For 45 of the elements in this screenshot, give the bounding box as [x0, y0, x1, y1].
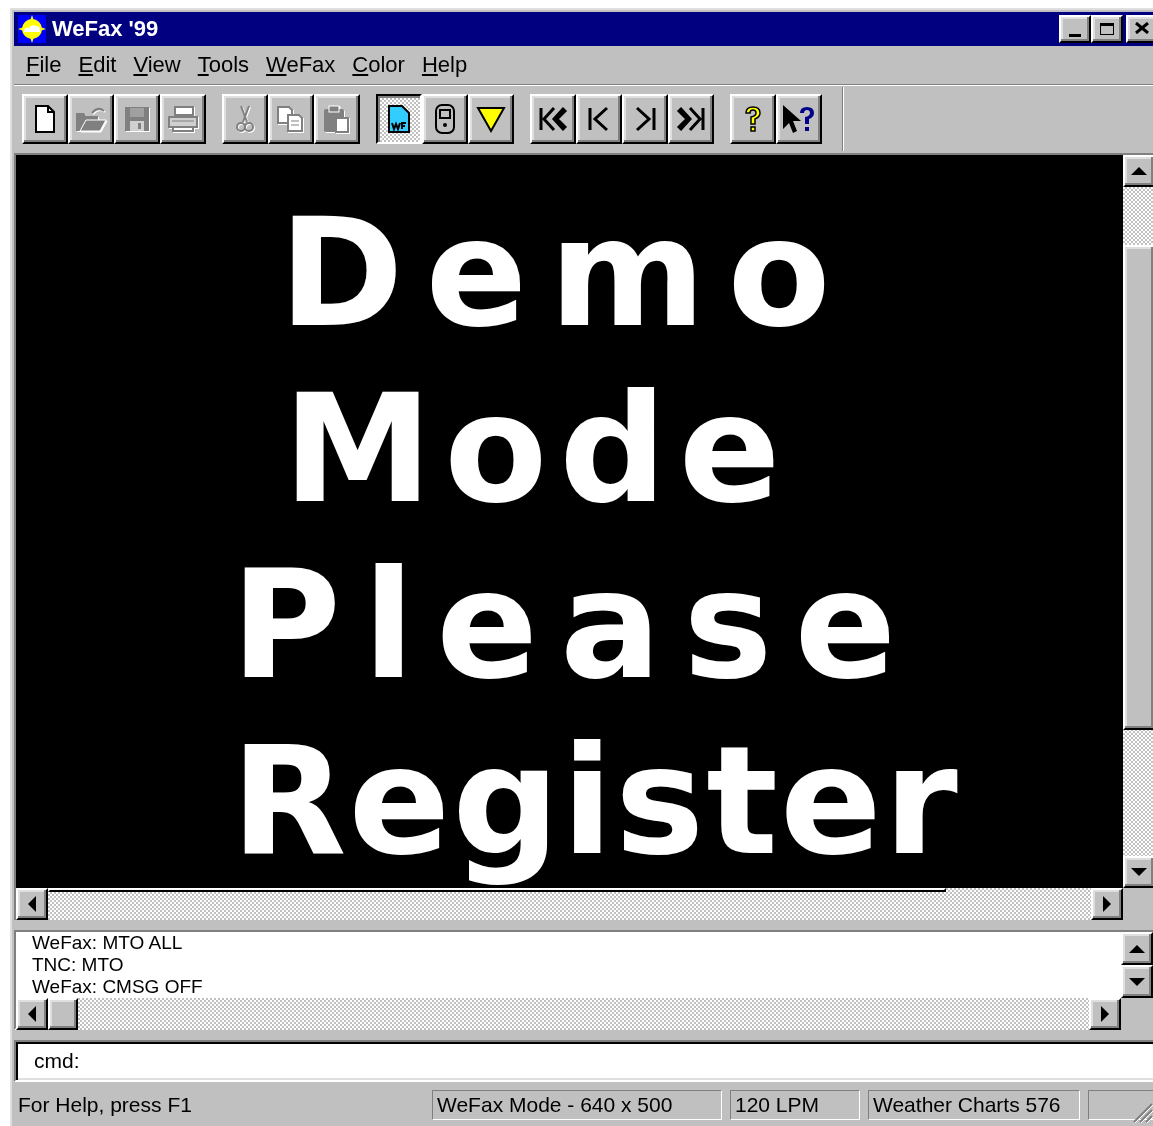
log-line: TNC: MTO [32, 954, 125, 976]
toolbar-button[interactable] [376, 94, 422, 144]
status-message: For Help, press F1 [17, 1093, 193, 1117]
fax-text-line: Demo [279, 185, 853, 361]
maximize-icon [1100, 23, 1114, 35]
scroll-up-button[interactable] [1123, 155, 1153, 187]
horizontal-scrollbar[interactable] [16, 998, 1121, 1030]
minimize-icon [1069, 33, 1081, 37]
scroll-up-button[interactable] [1121, 932, 1153, 965]
command-prompt: cmd: [34, 1049, 80, 1073]
menu-item[interactable]: Color [346, 52, 416, 78]
close-icon [1135, 21, 1149, 34]
menu-item[interactable]: View [127, 52, 192, 78]
vertical-scrollbar[interactable] [1123, 155, 1153, 888]
menu-item[interactable]: Tools [191, 52, 261, 78]
sun-cloud-icon [18, 15, 46, 43]
close-button[interactable] [1126, 15, 1153, 43]
scroll-thumb[interactable] [48, 998, 78, 1030]
fax-text-line: Register [231, 713, 960, 888]
scroll-right-button[interactable] [1091, 888, 1123, 920]
scroll-right-button[interactable] [1089, 998, 1121, 1030]
log-line: WeFax: CMSG OFF [32, 976, 204, 998]
window-title: WeFax '99 [52, 16, 160, 42]
status-pane [1088, 1090, 1153, 1120]
menu-item[interactable]: WeFax [260, 52, 347, 78]
fax-text-line: Please [231, 537, 919, 713]
command-field[interactable]: cmd: [14, 1040, 1153, 1082]
menu-item[interactable]: File [20, 52, 73, 78]
scroll-down-button[interactable] [1121, 965, 1153, 998]
status-pane: WeFax Mode - 640 x 500 [432, 1090, 722, 1120]
vertical-scrollbar[interactable] [1121, 932, 1153, 998]
log-line: WeFax: MTO ALL [32, 932, 184, 954]
fax-text-line: Mode [283, 361, 793, 537]
menu-item[interactable]: Edit [72, 52, 128, 78]
scroll-thumb[interactable] [48, 888, 946, 892]
scroll-left-button[interactable] [16, 888, 48, 920]
status-pane: Weather Charts 576 [868, 1090, 1080, 1120]
minimize-button[interactable] [1059, 15, 1091, 43]
maximize-button[interactable] [1091, 15, 1123, 43]
scroll-left-button[interactable] [16, 998, 48, 1030]
menu-item[interactable]: Help [415, 52, 479, 78]
scroll-down-button[interactable] [1123, 856, 1153, 888]
status-pane: 120 LPM [730, 1090, 860, 1120]
scroll-thumb[interactable] [1123, 245, 1153, 730]
horizontal-scrollbar[interactable] [16, 888, 1123, 920]
